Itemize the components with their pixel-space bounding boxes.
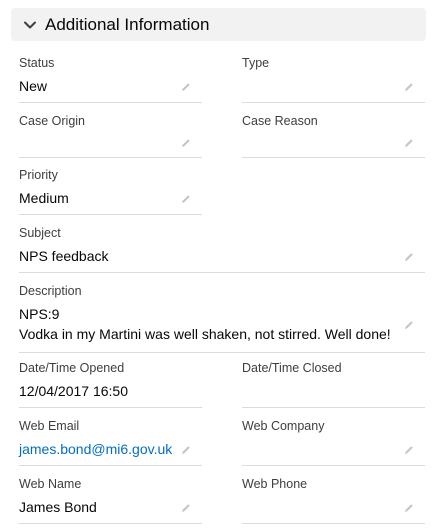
field-divider bbox=[242, 407, 425, 408]
field-divider bbox=[19, 523, 202, 524]
field-label: Web Company bbox=[242, 419, 325, 433]
field-divider bbox=[19, 465, 202, 466]
field-value: NPS feedback bbox=[19, 248, 109, 264]
field-description: Description NPS:9 Vodka in my Martini wa… bbox=[19, 284, 425, 353]
field-subject: Subject NPS feedback bbox=[19, 226, 425, 273]
field-divider bbox=[19, 102, 202, 103]
pencil-icon[interactable] bbox=[403, 251, 415, 263]
field-date-closed: Date/Time Closed bbox=[242, 361, 425, 408]
field-value: New bbox=[19, 78, 48, 94]
field-value: Medium bbox=[19, 190, 69, 206]
pencil-icon[interactable] bbox=[180, 193, 192, 205]
field-web-phone: Web Phone bbox=[242, 477, 425, 524]
field-label: Web Name bbox=[19, 477, 82, 491]
section-title: Additional Information bbox=[45, 14, 210, 34]
field-divider bbox=[19, 157, 202, 158]
field-divider bbox=[19, 352, 425, 353]
field-divider bbox=[242, 523, 425, 524]
description-line: Vodka in my Martini was well shaken, not… bbox=[19, 326, 391, 342]
pencil-icon[interactable] bbox=[180, 444, 192, 456]
field-date-opened: Date/Time Opened 12/04/2017 16:50 bbox=[19, 361, 202, 408]
pencil-icon[interactable] bbox=[403, 319, 415, 331]
field-case-origin: Case Origin bbox=[19, 114, 202, 158]
field-divider bbox=[19, 272, 425, 273]
field-value: NPS:9 Vodka in my Martini was well shake… bbox=[19, 304, 391, 344]
field-label: Web Phone bbox=[242, 477, 308, 491]
field-divider bbox=[242, 157, 425, 158]
field-type: Type bbox=[242, 56, 425, 103]
field-status: Status New bbox=[19, 56, 202, 103]
field-web-email: Web Email james.bond@mi6.gov.uk bbox=[19, 419, 202, 466]
field-web-company: Web Company bbox=[242, 419, 425, 466]
field-value: 12/04/2017 16:50 bbox=[19, 383, 128, 399]
field-label: Type bbox=[242, 56, 270, 70]
field-web-name: Web Name James Bond bbox=[19, 477, 202, 524]
pencil-icon[interactable] bbox=[403, 137, 415, 149]
field-label: Description bbox=[19, 284, 82, 298]
field-divider bbox=[242, 102, 425, 103]
field-priority: Priority Medium bbox=[19, 168, 202, 215]
field-label: Date/Time Closed bbox=[242, 361, 342, 375]
field-value: James Bond bbox=[19, 499, 97, 515]
pencil-icon[interactable] bbox=[403, 502, 415, 514]
field-label: Web Email bbox=[19, 419, 80, 433]
field-label: Status bbox=[19, 56, 55, 70]
pencil-icon[interactable] bbox=[180, 137, 192, 149]
web-email-link[interactable]: james.bond@mi6.gov.uk bbox=[19, 441, 172, 457]
field-case-reason: Case Reason bbox=[242, 114, 425, 158]
pencil-icon[interactable] bbox=[180, 502, 192, 514]
pencil-icon[interactable] bbox=[403, 444, 415, 456]
description-line: NPS:9 bbox=[19, 306, 60, 322]
section-header-additional-information[interactable]: Additional Information bbox=[11, 8, 426, 41]
field-label: Case Reason bbox=[242, 114, 318, 128]
field-divider bbox=[242, 465, 425, 466]
field-label: Case Origin bbox=[19, 114, 85, 128]
field-label: Priority bbox=[19, 168, 58, 182]
pencil-icon[interactable] bbox=[403, 81, 415, 93]
field-label: Date/Time Opened bbox=[19, 361, 125, 375]
field-divider bbox=[19, 407, 202, 408]
field-divider bbox=[19, 214, 202, 215]
pencil-icon[interactable] bbox=[180, 81, 192, 93]
field-label: Subject bbox=[19, 226, 61, 240]
chevron-down-icon bbox=[23, 18, 37, 32]
